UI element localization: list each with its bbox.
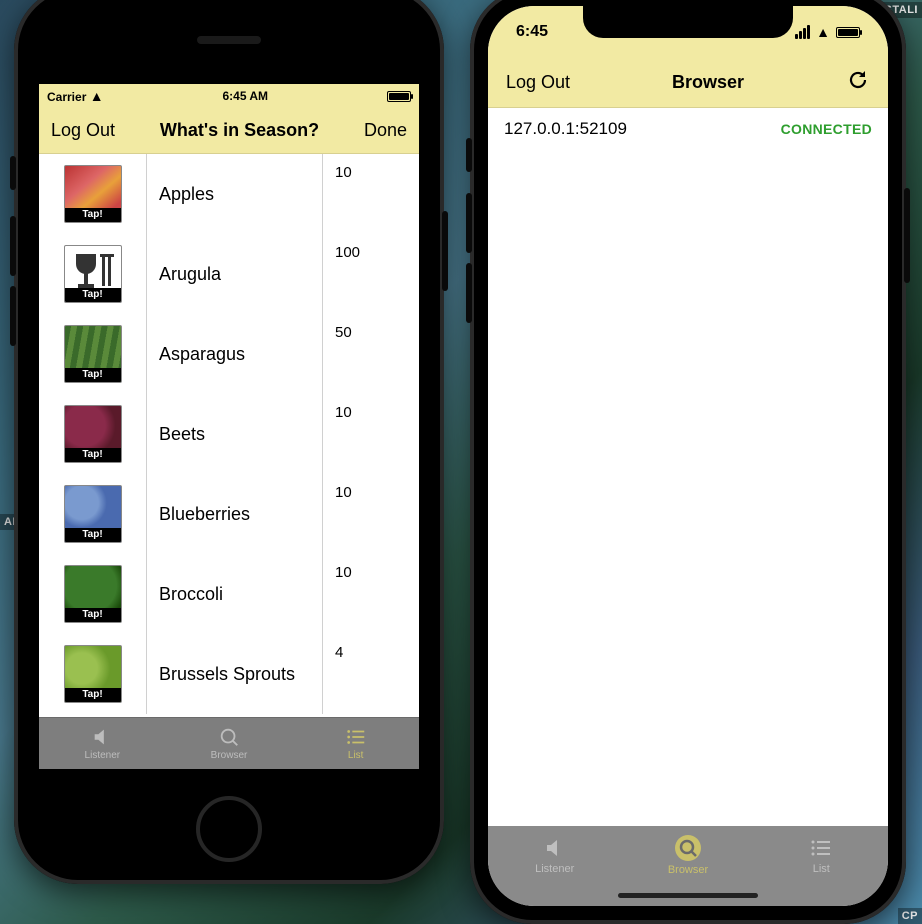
phone-right: 6:45 ▲ Log Out Browser 127.0.0.1:52109 C… (470, 0, 906, 924)
list-item[interactable]: Tap! Arugula100 (39, 234, 419, 314)
tab-listener[interactable]: Listener (39, 718, 166, 769)
tap-badge: Tap! (65, 608, 121, 622)
thumbnail[interactable]: Tap! (64, 485, 122, 543)
reload-icon (846, 68, 870, 92)
list-item[interactable]: Tap! Beets10 (39, 394, 419, 474)
item-name: Apples (147, 154, 323, 234)
item-name: Brussels Sprouts (147, 634, 323, 714)
tap-badge: Tap! (65, 208, 121, 222)
tab-listener[interactable]: Listener (488, 826, 621, 884)
connection-row[interactable]: 127.0.0.1:52109 CONNECTED (488, 108, 888, 150)
tab-list[interactable]: List (292, 718, 419, 769)
tab-bar: Listener Browser List (39, 717, 419, 769)
list-icon (345, 726, 367, 748)
list-item[interactable]: Tap! Apples10 (39, 154, 419, 234)
list-item[interactable]: Tap! Asparagus50 (39, 314, 419, 394)
list-icon (809, 836, 833, 860)
item-count: 10 (323, 554, 419, 634)
item-name: Beets (147, 394, 323, 474)
done-button[interactable]: Done (364, 120, 407, 141)
thumbnail-cell[interactable]: Tap! (39, 314, 147, 394)
battery-icon (836, 27, 860, 38)
list-item[interactable]: Tap! Broccoli10 (39, 554, 419, 634)
search-icon (675, 835, 701, 861)
produce-list[interactable]: Tap!Apples10Tap!Arugula100Tap!Asparagus5… (39, 154, 419, 717)
thumbnail[interactable]: Tap! (64, 245, 122, 303)
item-name: Arugula (147, 234, 323, 314)
placeholder-icon (72, 252, 114, 292)
thumbnail[interactable]: Tap! (64, 165, 122, 223)
screen-left: Carrier ▲ 6:45 AM Log Out What's in Seas… (39, 84, 419, 769)
tab-browser[interactable]: Browser (621, 826, 754, 884)
item-count: 10 (323, 394, 419, 474)
tap-badge: Tap! (65, 448, 121, 462)
tab-list[interactable]: List (755, 826, 888, 884)
item-count: 4 (323, 634, 419, 714)
notch (583, 6, 793, 38)
thumbnail[interactable]: Tap! (64, 645, 122, 703)
status-time: 6:45 AM (104, 89, 387, 103)
list-item[interactable]: Tap! Brussels Sprouts4 (39, 634, 419, 714)
bg-fragment: CP (898, 908, 922, 924)
status-bar: Carrier ▲ 6:45 AM (39, 84, 419, 108)
item-count: 10 (323, 474, 419, 554)
connection-address: 127.0.0.1:52109 (504, 119, 627, 139)
search-icon (218, 726, 240, 748)
screen-right: 6:45 ▲ Log Out Browser 127.0.0.1:52109 C… (488, 6, 888, 906)
item-count: 10 (323, 154, 419, 234)
page-title: What's in Season? (160, 120, 319, 141)
thumbnail[interactable]: Tap! (64, 565, 122, 623)
carrier-label: Carrier ▲ (47, 89, 104, 104)
logout-button[interactable]: Log Out (506, 72, 570, 93)
tap-badge: Tap! (65, 288, 121, 302)
tap-badge: Tap! (65, 528, 121, 542)
list-item[interactable]: Tap! Blueberries10 (39, 474, 419, 554)
thumbnail[interactable]: Tap! (64, 405, 122, 463)
thumbnail-cell[interactable]: Tap! (39, 474, 147, 554)
browser-body (488, 150, 888, 826)
thumbnail[interactable]: Tap! (64, 325, 122, 383)
tap-badge: Tap! (65, 688, 121, 702)
item-name: Broccoli (147, 554, 323, 634)
thumbnail-cell[interactable]: Tap! (39, 394, 147, 474)
nav-bar: Log Out What's in Season? Done (39, 108, 419, 154)
connection-status: CONNECTED (781, 121, 872, 137)
reload-button[interactable] (846, 68, 870, 97)
page-title: Browser (672, 72, 744, 93)
wifi-icon: ▲ (90, 88, 104, 104)
thumbnail-cell[interactable]: Tap! (39, 554, 147, 634)
tab-browser[interactable]: Browser (166, 718, 293, 769)
earpiece (197, 36, 261, 44)
nav-bar: Log Out Browser (488, 58, 888, 108)
status-time: 6:45 (516, 23, 548, 41)
thumbnail-cell[interactable]: Tap! (39, 234, 147, 314)
battery-icon (387, 91, 411, 102)
signal-icon (795, 25, 810, 39)
wifi-icon: ▲ (816, 25, 830, 39)
home-indicator[interactable] (618, 893, 758, 898)
thumbnail-cell[interactable]: Tap! (39, 634, 147, 714)
item-count: 50 (323, 314, 419, 394)
speaker-icon (543, 836, 567, 860)
item-name: Blueberries (147, 474, 323, 554)
tap-badge: Tap! (65, 368, 121, 382)
thumbnail-cell[interactable]: Tap! (39, 154, 147, 234)
speaker-icon (91, 726, 113, 748)
item-name: Asparagus (147, 314, 323, 394)
phone-left: Carrier ▲ 6:45 AM Log Out What's in Seas… (14, 0, 444, 884)
item-count: 100 (323, 234, 419, 314)
home-button[interactable] (196, 796, 262, 862)
logout-button[interactable]: Log Out (51, 120, 115, 141)
